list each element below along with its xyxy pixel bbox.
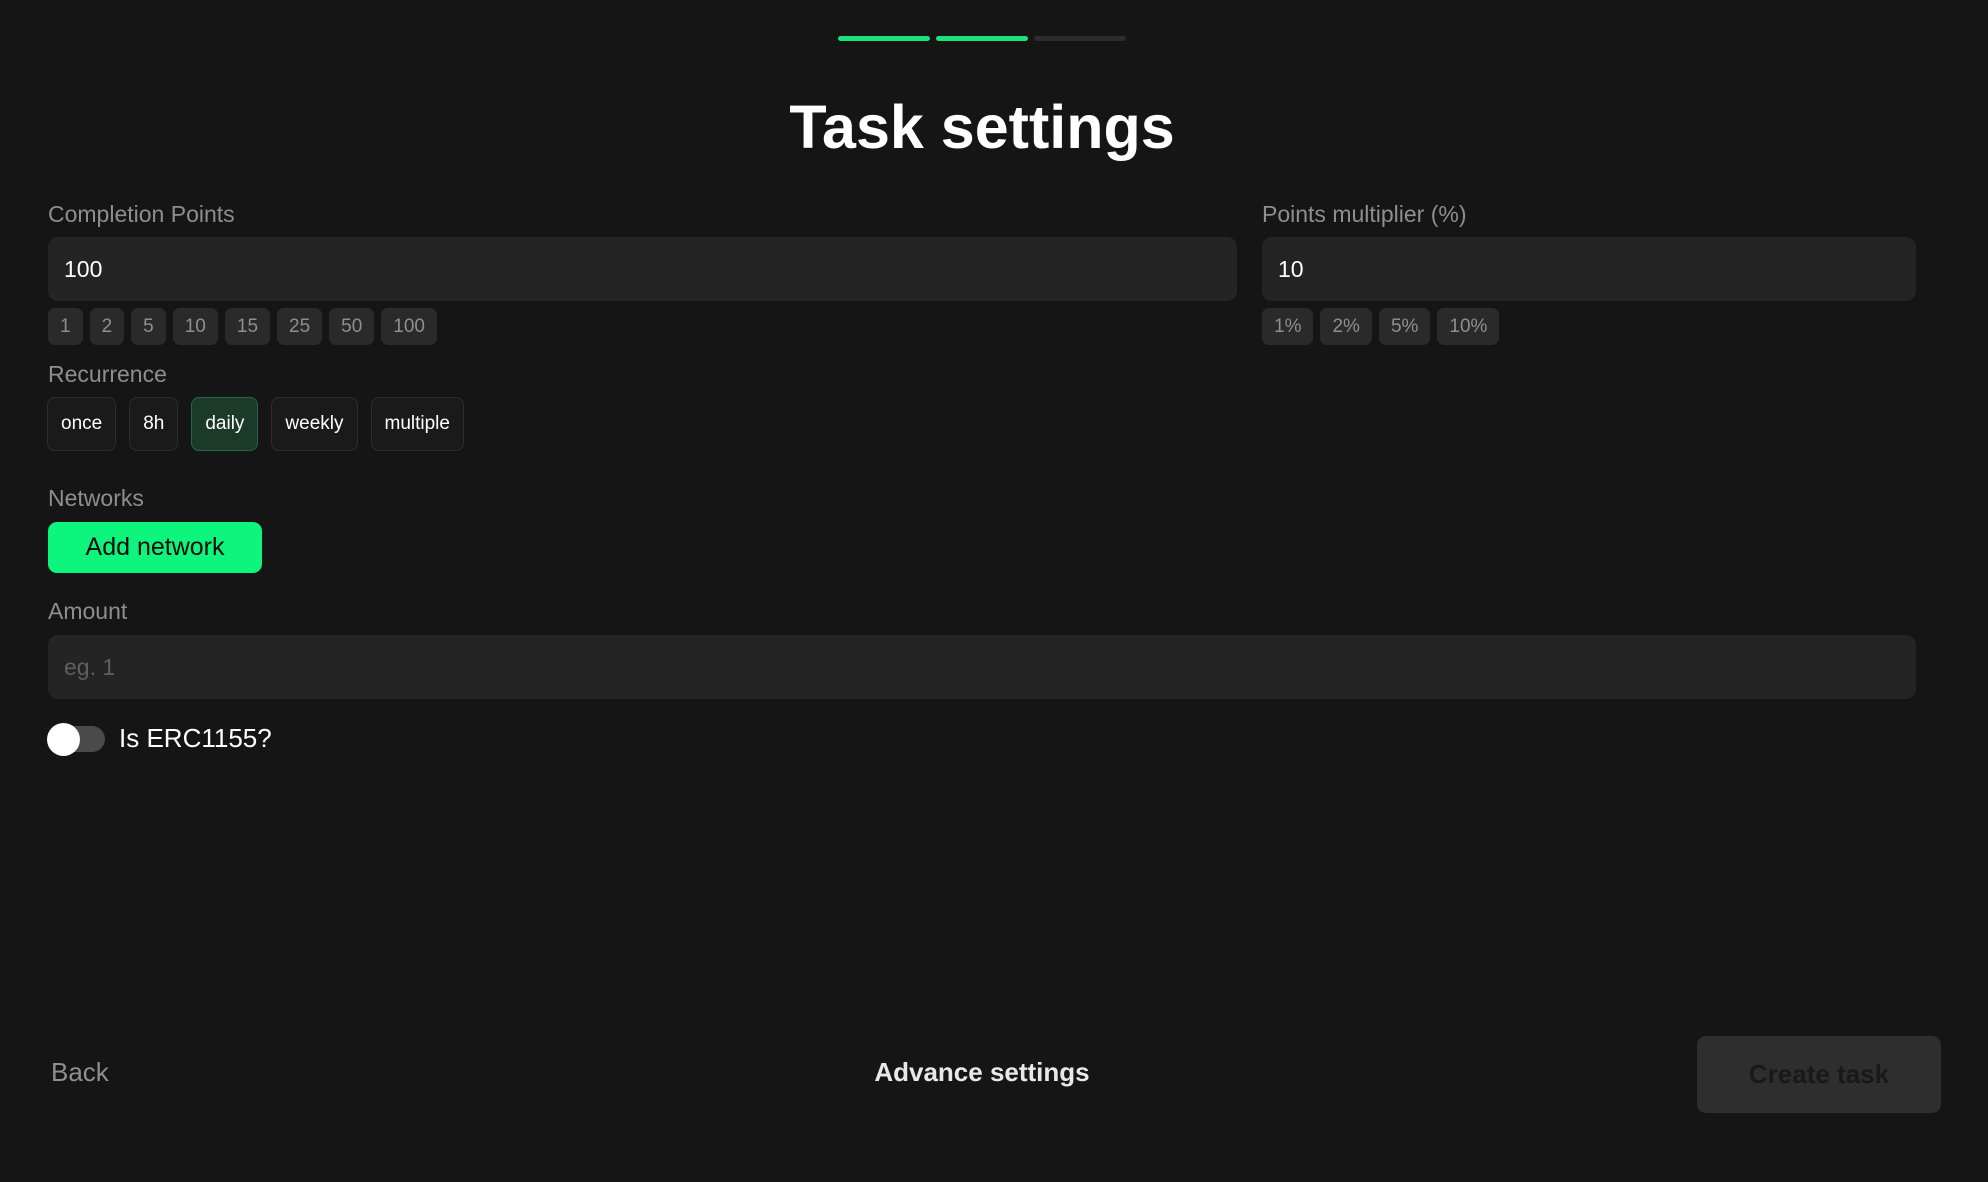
points-preset-chip[interactable]: 1	[48, 308, 83, 345]
completion-points-label: Completion Points	[48, 201, 235, 227]
points-preset-chip[interactable]: 50	[329, 308, 375, 345]
page-title: Task settings	[789, 93, 1175, 161]
recurrence-multiple-button[interactable]: multiple	[370, 397, 464, 451]
points-preset-chip[interactable]: 2	[89, 308, 125, 345]
points-preset-chip[interactable]: 15	[224, 308, 271, 345]
create-task-button[interactable]: Create task	[1697, 1036, 1941, 1113]
points-multiplier-label: Points multiplier (%)	[1262, 201, 1467, 227]
toggle-knob	[47, 722, 80, 756]
completion-points-presets: 1 2 5 10 15 25 50 100	[48, 308, 437, 345]
progress-step-1	[838, 36, 930, 41]
step-progress	[838, 36, 1126, 41]
multiplier-preset-chip[interactable]: 1%	[1262, 308, 1314, 345]
points-preset-chip[interactable]: 100	[381, 308, 437, 345]
advance-settings-button[interactable]: Advance settings	[874, 1057, 1089, 1087]
points-preset-chip[interactable]: 10	[172, 308, 218, 345]
recurrence-once-button[interactable]: once	[47, 397, 117, 451]
multiplier-preset-chip[interactable]: 5%	[1378, 308, 1431, 345]
erc1155-toggle-row: Is ERC1155?	[47, 722, 272, 756]
recurrence-options: once 8h daily weekly multiple	[47, 397, 464, 451]
recurrence-daily-button[interactable]: daily	[191, 397, 259, 451]
multiplier-preset-chip[interactable]: 10%	[1437, 308, 1500, 345]
amount-input[interactable]	[48, 635, 1916, 699]
amount-label: Amount	[48, 598, 128, 624]
erc1155-toggle[interactable]	[47, 722, 105, 756]
task-settings-page: Task settings Completion Points 1 2 5 10…	[0, 0, 1988, 1182]
completion-points-input[interactable]	[48, 237, 1237, 301]
advance-settings-row: Advance settings	[0, 1057, 1964, 1088]
multiplier-preset-chip[interactable]: 2%	[1320, 308, 1372, 345]
recurrence-weekly-button[interactable]: weekly	[271, 397, 358, 451]
erc1155-toggle-label: Is ERC1155?	[119, 723, 272, 753]
recurrence-label: Recurrence	[48, 361, 167, 387]
recurrence-8h-button[interactable]: 8h	[129, 397, 179, 451]
networks-label: Networks	[48, 485, 144, 511]
back-button[interactable]: Back	[51, 1057, 109, 1088]
progress-step-2	[936, 36, 1028, 41]
add-network-button[interactable]: Add network	[48, 522, 262, 573]
points-multiplier-presets: 1% 2% 5% 10%	[1262, 308, 1500, 345]
progress-step-3	[1034, 36, 1126, 41]
points-multiplier-input[interactable]	[1262, 237, 1916, 301]
points-preset-chip[interactable]: 5	[131, 308, 166, 345]
points-preset-chip[interactable]: 25	[277, 308, 323, 345]
